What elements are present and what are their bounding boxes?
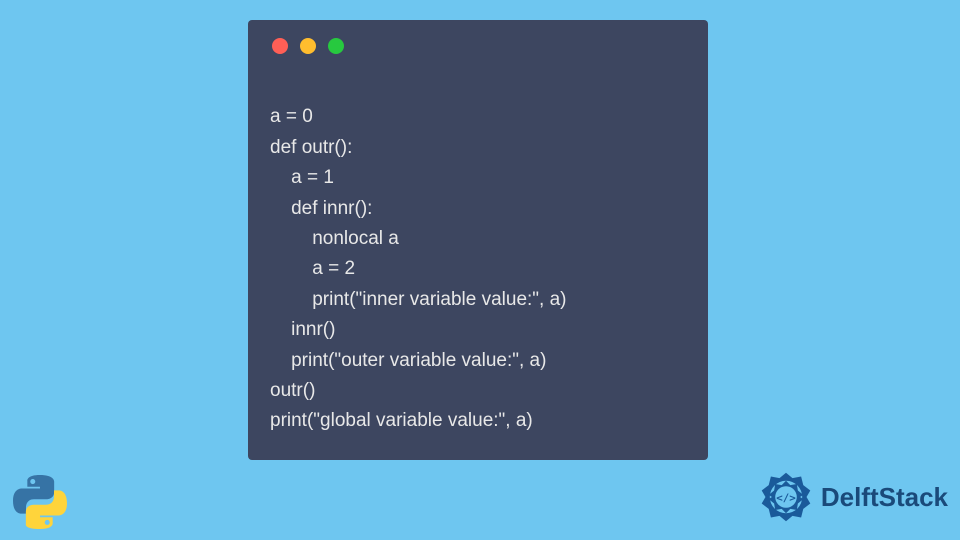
window-controls [272,38,686,54]
svg-text:</>: </> [776,491,796,504]
minimize-icon [300,38,316,54]
code-line: def innr(): [270,198,372,219]
code-line: print("inner variable value:", a) [270,289,567,310]
python-logo-icon [12,474,68,530]
code-line: print("outer variable value:", a) [270,350,546,371]
code-line: a = 2 [270,258,355,279]
code-line: a = 1 [270,167,334,188]
code-line: print("global variable value:", a) [270,410,533,431]
code-block: a = 0 def outr(): a = 1 def innr(): nonl… [270,72,686,437]
delftstack-text: DelftStack [821,482,948,513]
code-line: def outr(): [270,137,352,158]
delftstack-icon: </> [759,470,813,524]
code-line: outr() [270,380,315,401]
close-icon [272,38,288,54]
delftstack-logo: </> DelftStack [759,470,948,524]
code-line: a = 0 [270,106,313,127]
maximize-icon [328,38,344,54]
code-window: a = 0 def outr(): a = 1 def innr(): nonl… [248,20,708,460]
code-line: innr() [270,319,335,340]
code-line: nonlocal a [270,228,399,249]
